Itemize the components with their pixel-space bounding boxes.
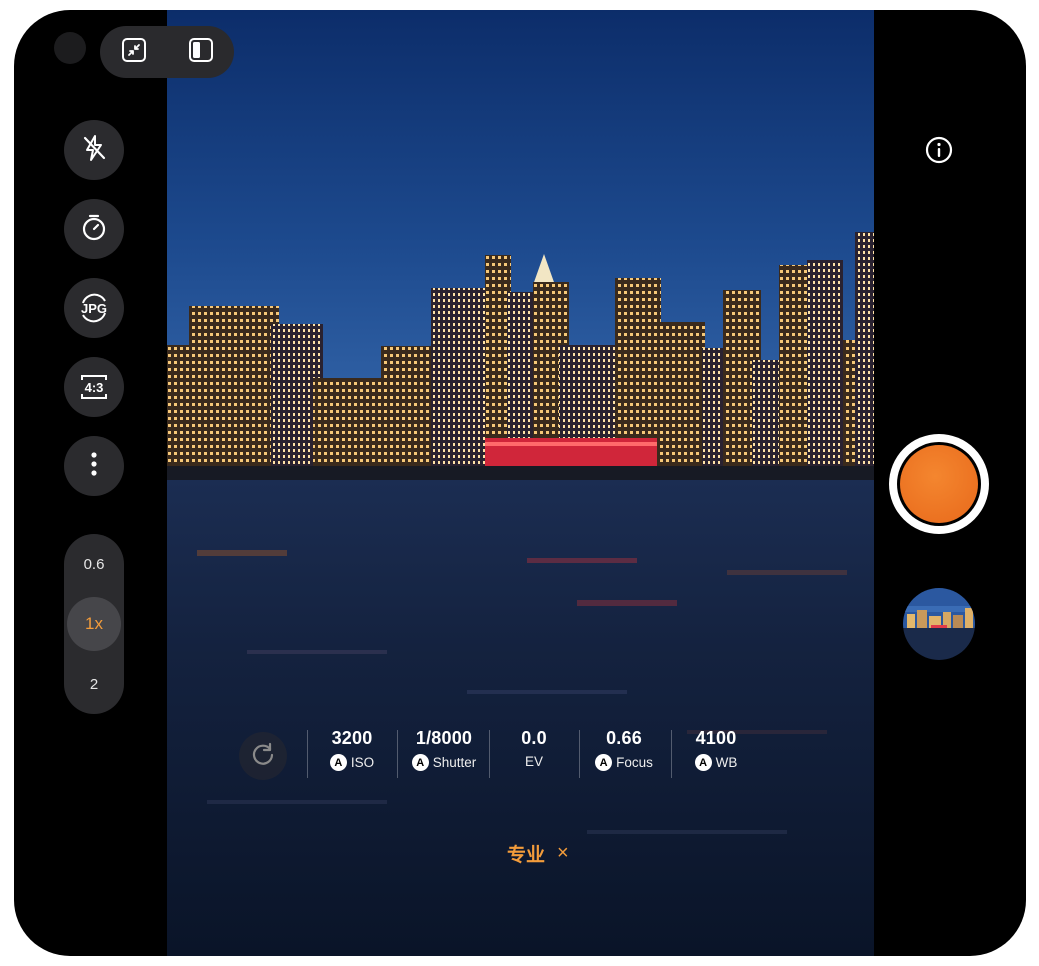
param-value: 0.0 — [521, 728, 547, 748]
aspect-ratio-button[interactable]: 4:3 — [64, 357, 124, 417]
pro-parameters-bar: 3200 A ISO 1/8000 A Shutter 0.0 EV 0.66 AF… — [227, 724, 747, 784]
viewfinder[interactable]: 3200 A ISO 1/8000 A Shutter 0.0 EV 0.66 AF… — [167, 10, 874, 956]
aspect-ratio-icon: 4:3 — [79, 372, 109, 402]
param-value: 3200 — [331, 728, 373, 748]
auto-badge: A — [694, 754, 712, 771]
shutter-button[interactable] — [889, 434, 989, 534]
param-label: WB — [715, 755, 738, 770]
auto-badge: A — [329, 754, 347, 771]
pro-mode-label[interactable]: 专业 × — [507, 840, 569, 867]
zoom-option-1x[interactable]: 1x — [67, 597, 121, 651]
param-label: Focus — [616, 755, 653, 770]
camera-app-window: 3200 A ISO 1/8000 A Shutter 0.0 EV 0.66 AF… — [14, 10, 1026, 956]
param-label: EV — [524, 754, 543, 769]
window-controls — [100, 26, 234, 78]
param-wb[interactable]: 4100 A WB — [671, 728, 761, 771]
auto-badge: A — [411, 754, 429, 771]
param-value: 0.66 — [606, 728, 642, 748]
param-shutter[interactable]: 1/8000 A Shutter — [399, 728, 489, 771]
thumbnail-image — [903, 588, 975, 660]
flash-off-icon — [79, 133, 109, 168]
shutter-ring — [897, 442, 981, 526]
reset-icon — [250, 741, 276, 772]
gallery-thumbnail[interactable] — [903, 588, 975, 660]
zoom-option-2[interactable]: 2 — [64, 657, 124, 711]
flash-button[interactable] — [64, 120, 124, 180]
more-button[interactable] — [64, 436, 124, 496]
jpg-format-icon: JPG — [77, 291, 111, 325]
info-button[interactable] — [921, 134, 957, 170]
collapse-icon — [121, 37, 147, 68]
close-mode-icon[interactable]: × — [557, 842, 569, 865]
more-options-icon — [89, 450, 99, 483]
format-label: JPG — [80, 300, 107, 316]
reset-button[interactable] — [239, 732, 287, 780]
auto-badge: A — [595, 754, 613, 771]
param-focus[interactable]: 0.66 A Focus — [579, 728, 669, 771]
mode-name: 专业 — [507, 845, 546, 866]
separator — [397, 730, 398, 778]
aspect-ratio-label: 4:3 — [84, 379, 104, 395]
split-view-button[interactable] — [186, 37, 216, 67]
timer-button[interactable] — [64, 199, 124, 259]
param-label: Shutter — [432, 755, 477, 770]
param-ev[interactable]: 0.0 EV — [489, 728, 579, 769]
split-view-icon — [188, 37, 214, 68]
param-label: ISO — [350, 755, 375, 770]
param-value: 1/8000 — [415, 728, 473, 748]
collapse-button[interactable] — [119, 37, 149, 67]
zoom-option-0.6[interactable]: 0.6 — [64, 537, 124, 591]
timer-icon — [79, 212, 109, 247]
shutter-core — [900, 445, 978, 523]
format-button[interactable]: JPG — [64, 278, 124, 338]
corner-mark — [14, 10, 19, 15]
front-camera-dot — [54, 32, 86, 64]
info-icon — [925, 136, 953, 169]
param-iso[interactable]: 3200 A ISO — [307, 728, 397, 771]
zoom-selector: 0.6 1x 2 — [64, 534, 124, 714]
night-city-preview — [167, 10, 874, 956]
param-value: 4100 — [695, 728, 737, 748]
